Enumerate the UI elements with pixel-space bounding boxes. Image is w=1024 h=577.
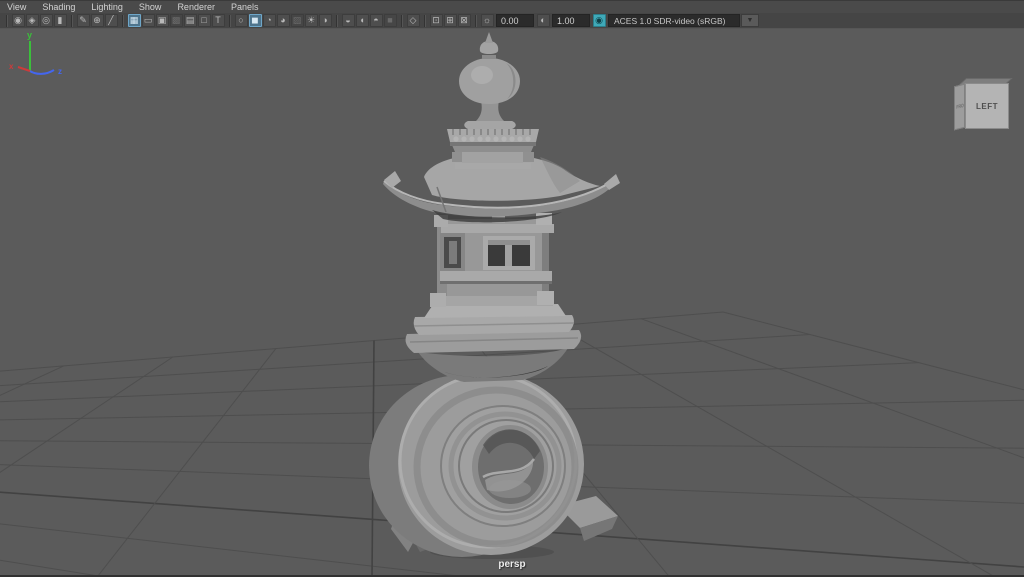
transparency-icon[interactable]: ■ — [384, 14, 397, 27]
field-chart-icon[interactable]: ▤ — [184, 14, 197, 27]
toolbar-separator — [424, 15, 425, 27]
pan-zoom-icon[interactable]: ⊕ — [91, 14, 104, 27]
bookmark-icon[interactable]: ▮ — [54, 14, 67, 27]
motion-blur-icon[interactable]: ◖ — [356, 14, 369, 27]
colorspace-dropdown-arrow-icon[interactable]: ▼ — [741, 14, 759, 27]
toolbar-separator — [71, 15, 72, 27]
exposure-field[interactable]: 0.00 — [496, 14, 534, 27]
toolbar-separator — [229, 15, 230, 27]
exposure-icon[interactable]: ☼ — [481, 14, 494, 27]
menu-view[interactable]: View — [0, 1, 34, 13]
lantern-firebox[interactable] — [430, 213, 554, 307]
isolate-select-icon[interactable]: ⊡ — [430, 14, 443, 27]
colorspace-selected-value[interactable]: ACES 1.0 SDR-video (sRGB) — [608, 14, 740, 27]
grid-toggle-icon[interactable]: ▦ — [128, 14, 141, 27]
shaded-wireframe-icon[interactable]: ◔ — [263, 14, 276, 27]
lantern-model[interactable] — [0, 29, 1024, 577]
selection-highlight-icon[interactable]: ◇ — [407, 14, 420, 27]
3d-viewport[interactable]: FRONT LEFT y x z persp — [0, 29, 1024, 577]
annotate-icon[interactable]: ╱ — [105, 14, 118, 27]
axis-z-label: z — [58, 67, 62, 76]
safe-action-icon[interactable]: □ — [198, 14, 211, 27]
film-gate-icon[interactable]: ▭ — [142, 14, 155, 27]
view-cube-front-face[interactable]: LEFT — [965, 83, 1009, 129]
safe-title-icon[interactable]: T — [212, 14, 225, 27]
select-camera-icon[interactable]: ◉ — [12, 14, 25, 27]
isolate-add-icon[interactable]: ⊞ — [444, 14, 457, 27]
toolbar-separator — [401, 15, 402, 27]
axis-gizmo: y x z — [0, 29, 80, 79]
view-cube-side-label: FRONT — [956, 103, 962, 111]
gamma-field[interactable]: 1.00 — [552, 14, 590, 27]
panel-menu-bar: ViewShadingLightingShowRendererPanels — [0, 0, 1024, 13]
lantern-platform[interactable] — [406, 304, 582, 382]
lock-camera-icon[interactable]: ◈ — [26, 14, 39, 27]
camera-attributes-icon[interactable]: ◎ — [40, 14, 53, 27]
colorspace-dropdown[interactable]: ACES 1.0 SDR-video (sRGB)▼ — [608, 14, 759, 28]
menu-shading[interactable]: Shading — [34, 1, 83, 13]
lantern-base-ring[interactable] — [369, 365, 618, 559]
toolbar-separator — [475, 15, 476, 27]
grease-pencil-icon[interactable]: ✎ — [77, 14, 90, 27]
gate-mask-icon[interactable]: ▩ — [170, 14, 183, 27]
camera-name-label[interactable]: persp — [0, 559, 1024, 570]
lantern-upper-tier[interactable] — [452, 145, 534, 169]
menu-show[interactable]: Show — [131, 1, 170, 13]
axis-y-label: y — [27, 30, 32, 40]
color-management-icon[interactable]: ◉ — [593, 14, 606, 27]
axis-x-label: x — [9, 62, 14, 71]
material-override-icon[interactable]: ▨ — [291, 14, 304, 27]
isolate-remove-icon[interactable]: ⊠ — [458, 14, 471, 27]
view-cube-front-label: LEFT — [976, 102, 998, 111]
wireframe-icon[interactable]: ○ — [235, 14, 248, 27]
shadows-icon[interactable]: ◑ — [319, 14, 332, 27]
toolbar-separator — [122, 15, 123, 27]
shaded-mode-icon[interactable]: ◼ — [249, 14, 262, 27]
view-cube-side-face[interactable]: FRONT — [954, 84, 965, 131]
menu-lighting[interactable]: Lighting — [83, 1, 131, 13]
lights-icon[interactable]: ☀ — [305, 14, 318, 27]
resolution-gate-icon[interactable]: ▣ — [156, 14, 169, 27]
textured-mode-icon[interactable]: ◕ — [277, 14, 290, 27]
viewport-toolbar: ◉◈◎▮✎⊕╱▦▭▣▩▤□T○◼◔◕▨☀◑◒◖◓■◇⊡⊞⊠☼0.00◐1.00◉… — [0, 13, 1024, 29]
menu-renderer[interactable]: Renderer — [169, 1, 223, 13]
menu-panels[interactable]: Panels — [223, 1, 267, 13]
ambient-occlusion-icon[interactable]: ◒ — [342, 14, 355, 27]
toolbar-separator — [336, 15, 337, 27]
anti-aliasing-icon[interactable]: ◓ — [370, 14, 383, 27]
lantern-finial[interactable] — [447, 32, 539, 146]
view-cube[interactable]: FRONT LEFT — [952, 74, 1020, 136]
toolbar-separator — [6, 15, 7, 27]
gamma-icon[interactable]: ◐ — [537, 14, 550, 27]
